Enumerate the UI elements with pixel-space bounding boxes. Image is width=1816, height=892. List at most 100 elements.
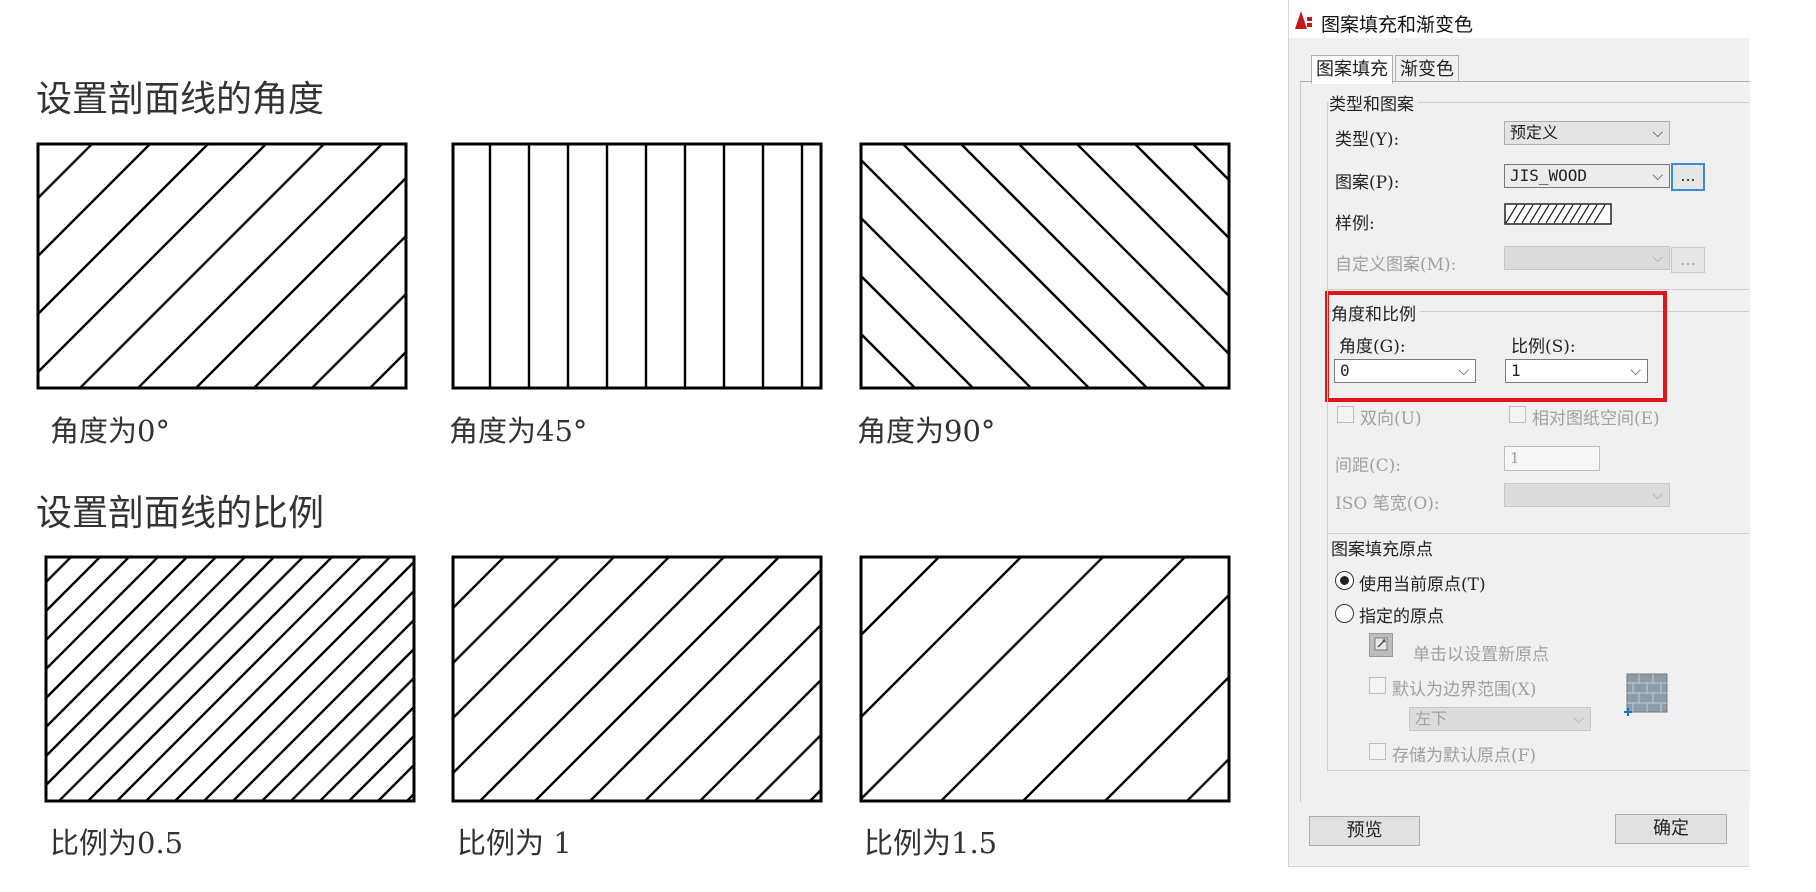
- hatch-line: [1075, 144, 1229, 298]
- hatch-line: [861, 557, 1105, 801]
- hatch-line: [533, 557, 781, 801]
- iso-pen-width-select[interactable]: ⌵: [1504, 483, 1670, 507]
- use-current-origin-label: 使用当前原点(T): [1359, 575, 1486, 595]
- brick-origin-icon: [1624, 673, 1668, 716]
- store-default-origin-checkbox[interactable]: [1369, 743, 1386, 760]
- dialog-title: 图案填充和渐变色: [1321, 14, 1474, 36]
- pattern-select[interactable]: JIS_WOOD ⌵: [1504, 164, 1670, 188]
- tab-gradient[interactable]: 渐变色: [1395, 55, 1459, 84]
- default-extents-checkbox[interactable]: [1369, 677, 1386, 694]
- hatch-line: [38, 144, 152, 258]
- radio-dot: [1340, 576, 1349, 585]
- pattern-browse-button[interactable]: ...: [1671, 163, 1705, 191]
- specified-origin-radio[interactable]: [1335, 604, 1354, 623]
- spacing-input[interactable]: 1: [1504, 446, 1600, 471]
- hatch-line: [478, 557, 726, 801]
- type-label: 类型(Y):: [1335, 130, 1400, 150]
- hatch-line: [318, 705, 414, 801]
- specified-origin-label: 指定的原点: [1359, 607, 1444, 627]
- hatch-line: [231, 618, 414, 801]
- caption-angle-0: 角度为0°: [50, 414, 170, 448]
- use-current-origin-radio[interactable]: [1335, 571, 1354, 590]
- relative-paperspace-checkbox[interactable]: [1509, 406, 1526, 423]
- hatch-line: [46, 557, 276, 787]
- hatch-line: [1021, 593, 1229, 801]
- hatch-line: [46, 557, 218, 729]
- preview-button[interactable]: 预览: [1309, 816, 1420, 846]
- chevron-down-icon: ⌵: [1652, 250, 1663, 266]
- ok-button[interactable]: 确定: [1615, 814, 1727, 844]
- default-extents-label: 默认为边界范围(X): [1392, 680, 1537, 700]
- hatch-normal-icon: [451, 555, 823, 803]
- click-set-origin-label: 单击以设置新原点: [1413, 645, 1549, 665]
- hatch-sample-angle-90: [859, 142, 1231, 390]
- set-origin-button[interactable]: [1369, 633, 1393, 657]
- spacing-label: 间距(C):: [1335, 456, 1401, 476]
- type-pattern-group-label: 类型和图案: [1329, 90, 1418, 115]
- hatch-sample-scale-0-5: [44, 555, 416, 803]
- origin-group-label: 图案填充原点: [1331, 535, 1437, 560]
- pick-point-icon: [1374, 637, 1388, 651]
- hatch-line: [1191, 144, 1229, 182]
- hatch-line: [289, 676, 414, 801]
- hatch-line: [260, 647, 414, 801]
- hatch-line: [347, 734, 414, 801]
- caption-scale-1: 比例为 1: [457, 826, 572, 860]
- caption-angle-45: 角度为45°: [449, 414, 588, 448]
- relative-paperspace-label: 相对图纸空间(E): [1532, 409, 1660, 429]
- custom-pattern-label: 自定义图案(M):: [1335, 255, 1457, 275]
- chevron-down-icon: ⌵: [1652, 168, 1663, 184]
- group-border-left: [1327, 102, 1328, 769]
- hatch-sample-angle-45: [451, 142, 823, 390]
- extents-position-value: 左下: [1415, 709, 1448, 728]
- store-default-origin-label: 存储为默认原点(F): [1392, 746, 1537, 766]
- pattern-label: 图案(P):: [1335, 173, 1400, 193]
- hatch-line: [368, 350, 406, 388]
- hatch-line: [753, 733, 821, 801]
- highlight-box: [1325, 291, 1667, 402]
- hatch-sparse-icon: [859, 555, 1231, 803]
- hatch-line: [310, 292, 406, 388]
- hatch-sample-scale-1-5: [859, 555, 1231, 803]
- hatch-line: [46, 557, 160, 671]
- hatch-line: [1133, 144, 1229, 240]
- custom-pattern-browse-button[interactable]: ...: [1671, 247, 1705, 273]
- tab-hatch[interactable]: 图案填充: [1311, 55, 1393, 84]
- hatch-line: [861, 216, 1033, 388]
- hatch-line: [1103, 675, 1229, 801]
- hatch-line: [376, 763, 414, 801]
- hatch-line: [861, 158, 1091, 388]
- chevron-down-icon: ⌵: [1573, 711, 1584, 727]
- hatch-line: [698, 678, 821, 801]
- hatch-line: [643, 623, 821, 801]
- type-select-value: 预定义: [1510, 123, 1559, 142]
- dialog-titlebar[interactable]: 图案填充和渐变色: [1289, 0, 1749, 38]
- hatch-diagonal-nw-icon: [859, 142, 1231, 390]
- hatch-line: [453, 557, 671, 775]
- custom-pattern-select[interactable]: ⌵: [1504, 246, 1670, 270]
- extents-position-select[interactable]: 左下 ⌵: [1409, 707, 1591, 731]
- hatch-vertical-icon: [451, 142, 823, 390]
- pattern-sample-swatch[interactable]: [1504, 203, 1612, 230]
- origin-preview: [1623, 670, 1671, 721]
- hatch-sample-angle-0: [36, 142, 408, 390]
- hatch-line: [38, 144, 210, 316]
- double-checkbox[interactable]: [1337, 406, 1354, 423]
- pattern-select-value: JIS_WOOD: [1510, 166, 1588, 185]
- autocad-app-icon: [1295, 11, 1312, 29]
- hatch-diagonal-icon: [36, 142, 408, 390]
- hatch-line: [46, 557, 247, 758]
- hatch-sample-scale-1: [451, 555, 823, 803]
- group-divider: [1327, 289, 1749, 290]
- hatch-dense-icon: [44, 555, 416, 803]
- double-label: 双向(U): [1360, 409, 1422, 429]
- hatch-line: [46, 557, 73, 584]
- hatch-line: [588, 568, 821, 801]
- group-divider: [1327, 770, 1749, 771]
- hatch-line: [46, 557, 131, 642]
- hatch-line: [861, 557, 1023, 719]
- sample-label: 样例:: [1335, 214, 1375, 234]
- type-select[interactable]: 预定义 ⌵: [1504, 121, 1670, 145]
- chevron-down-icon: ⌵: [1652, 487, 1663, 503]
- scale-section-title: 设置剖面线的比例: [36, 493, 325, 534]
